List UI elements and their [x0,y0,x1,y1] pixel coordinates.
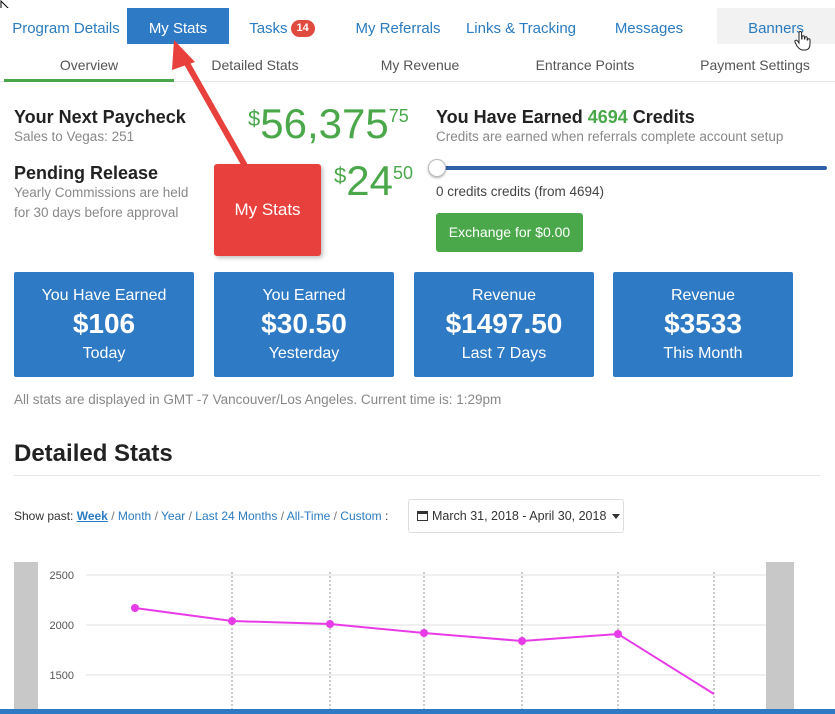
chart-scroll-left[interactable] [14,562,38,714]
stat-card-value: $3533 [664,308,742,339]
stat-card-top: Revenue [670,287,736,304]
window-bottom-edge [0,709,835,714]
stat-card-value: $106 [72,308,136,339]
stat-card-top: Revenue [471,287,537,304]
chart-data-point[interactable] [326,620,334,628]
stat-card-value: $30.50 [261,308,347,339]
range-month-link[interactable]: Month [118,509,151,523]
stat-card-top: You Earned [262,287,346,304]
date-range-text: March 31, 2018 - April 30, 2018 [432,509,607,523]
stat-card-last-7-days: Revenue $1497.50 Last 7 Days [414,272,594,377]
detailed-stats-heading: Detailed Stats [14,440,173,467]
stat-card-bottom: Yesterday [268,345,340,362]
stat-card-value: $1497.50 [445,308,563,339]
chart-data-point[interactable] [420,629,428,637]
chart-y-tick-label: 2500 [50,570,74,582]
date-range-dropdown[interactable]: March 31, 2018 - April 30, 2018 [408,499,624,533]
stat-card-this-month: Revenue $3533 This Month [613,272,793,377]
chart-y-tick-label: 2000 [50,620,74,632]
range-all-time-link[interactable]: All-Time [287,509,331,523]
show-past-label: Show past: [14,509,74,523]
chart-data-point[interactable] [518,637,526,645]
chart-data-point[interactable] [614,630,622,638]
section-divider [14,475,820,476]
stat-card-today: You Have Earned $106 Today [14,272,194,377]
stat-card-bottom: Today [82,345,126,362]
detailed-stats-chart: 2500 2000 1500 [50,570,766,714]
stat-card-yesterday: You Earned $30.50 Yesterday [214,272,394,377]
stat-card-top: You Have Earned [41,287,167,304]
timezone-note: All stats are displayed in GMT -7 Vancou… [14,392,502,407]
calendar-icon [417,511,428,521]
range-custom-link[interactable]: Custom [340,509,381,523]
stat-card-bottom: Last 7 Days [461,345,547,362]
chart-y-tick-label: 1500 [50,670,74,682]
range-last-24-months-link[interactable]: Last 24 Months [195,509,277,523]
chart-data-point[interactable] [131,604,139,612]
chart-data-point[interactable] [228,617,236,625]
range-week-link[interactable]: Week [77,509,108,523]
stat-card-bottom: This Month [663,345,743,362]
range-year-link[interactable]: Year [161,509,185,523]
range-suffix: : [384,509,389,523]
caret-down-icon [612,514,621,520]
show-past-filter: Show past: Week / Month / Year / Last 24… [14,509,389,523]
annotation-callout: My Stats [214,164,321,256]
chart-scroll-right[interactable] [766,562,794,714]
